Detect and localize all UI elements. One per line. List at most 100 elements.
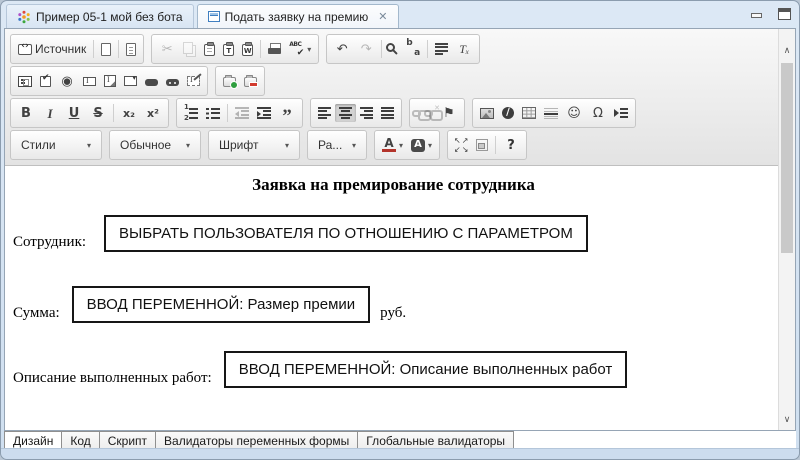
radio-button-button[interactable]: ◉ (55, 70, 79, 92)
toolbar-row: Стили▾Обычное▾Шрифт▾Ра...▾A▾A▾? (10, 129, 774, 161)
align-left-icon (318, 107, 331, 119)
table-icon (522, 107, 536, 119)
scroll-up-icon[interactable]: ∧ (779, 43, 795, 59)
editor-content[interactable]: Заявка на премирование сотрудника Сотруд… (5, 166, 778, 422)
superscript-button[interactable]: x² (141, 102, 165, 124)
image-button-button[interactable] (162, 73, 183, 89)
placeholder-select-user[interactable]: ВЫБРАТЬ ПОЛЬЗОВАТЕЛЯ ПО ОТНОШЕНИЮ С ПАРА… (104, 215, 588, 252)
table-button[interactable] (518, 104, 540, 122)
print-button[interactable] (264, 40, 285, 58)
toolbar-separator (113, 104, 114, 122)
anchor-icon: ⚑ (441, 105, 457, 121)
toolbar-group: ” (176, 98, 303, 128)
spellcheck-icon (289, 42, 304, 56)
about-icon: ? (503, 137, 519, 153)
styles-combo-label: Стили (21, 138, 56, 152)
page-break-button[interactable] (610, 104, 632, 122)
select-all-button[interactable] (431, 40, 452, 59)
vertical-scrollbar[interactable]: ∧ ∨ (778, 29, 795, 430)
smiley-button[interactable]: ☺ (562, 102, 586, 124)
tab-submit-bonus-request[interactable]: Подать заявку на премию ✕ (197, 4, 399, 28)
align-center-button[interactable] (335, 104, 356, 122)
chevron-down-icon: ▾ (186, 141, 190, 150)
spellcheck-button[interactable]: ▾ (285, 39, 315, 59)
subscript-button[interactable]: x₂ (117, 102, 141, 124)
button-field-button[interactable] (141, 73, 162, 89)
document-title: Заявка на премирование сотрудника (13, 175, 774, 195)
maximize-button[interactable] (451, 136, 472, 155)
field-row-amount: Сумма: ВВОД ПЕРЕМЕННОЙ: Размер премии ру… (13, 286, 774, 323)
redo-button[interactable]: ↷ (354, 38, 378, 60)
image-icon (480, 108, 494, 119)
size-combo-button[interactable]: Ра...▾ (311, 133, 363, 157)
new-page-button[interactable] (97, 40, 115, 59)
close-icon[interactable]: ✕ (378, 10, 387, 23)
select-field-button[interactable] (120, 73, 141, 89)
subscript-icon: x₂ (121, 105, 137, 121)
strike-button[interactable]: S (86, 102, 110, 124)
format-combo-button[interactable]: Обычное▾ (113, 133, 197, 157)
paste-text-button[interactable]: T (219, 39, 238, 59)
find-button[interactable] (385, 43, 402, 55)
paste-button[interactable] (200, 39, 219, 59)
toolbar-group: ☺Ω (472, 98, 636, 128)
unlink-button[interactable] (425, 107, 437, 120)
bulleted-list-button[interactable] (202, 104, 224, 123)
copy-button[interactable] (179, 41, 200, 57)
text-field-button[interactable] (79, 74, 100, 89)
window-footer (1, 448, 799, 459)
placeholder-description-variable[interactable]: ВВОД ПЕРЕМЕННОЙ: Описание выполненных ра… (224, 351, 628, 388)
toolbar-group: Шрифт▾ (208, 130, 300, 160)
flash-button[interactable] (498, 104, 518, 122)
about-button[interactable]: ? (499, 134, 523, 156)
text-color-button[interactable]: A▾ (378, 135, 407, 155)
toolbar-group: Источник (10, 34, 144, 64)
remove-format-button[interactable]: Tₓ (452, 38, 476, 60)
styles-combo-button[interactable]: Стили▾ (14, 133, 98, 157)
anchor-button[interactable]: ⚑ (437, 102, 461, 124)
horizontal-rule-button[interactable] (540, 104, 562, 122)
font-combo-button[interactable]: Шрифт▾ (212, 133, 296, 157)
paste-icon (204, 44, 215, 56)
source-button[interactable]: Источник (14, 39, 90, 59)
show-blocks-icon (476, 139, 488, 151)
italic-button[interactable]: I (38, 102, 62, 124)
tab-process-example[interactable]: Пример 05-1 мой без бота (6, 4, 194, 28)
align-right-button[interactable] (356, 104, 377, 122)
snippet-add-button[interactable] (219, 72, 240, 90)
justify-button[interactable] (377, 104, 398, 122)
numbered-list-icon (184, 107, 198, 120)
show-blocks-button[interactable] (472, 136, 492, 154)
textarea-button[interactable] (100, 72, 120, 90)
scrollbar-thumb[interactable] (781, 63, 793, 253)
replace-button[interactable] (402, 39, 424, 59)
link-icon (412, 110, 421, 117)
form-button[interactable] (14, 73, 36, 90)
bg-color-button[interactable]: A▾ (407, 136, 436, 155)
outdent-icon (235, 107, 249, 120)
underline-button[interactable]: U (62, 102, 86, 124)
bulleted-list-icon (206, 107, 220, 120)
image-button[interactable] (476, 105, 498, 122)
paste-word-button[interactable]: W (238, 39, 257, 59)
blockquote-button[interactable]: ” (275, 102, 299, 124)
snippet-remove-button[interactable] (240, 72, 261, 90)
placeholder-amount-variable[interactable]: ВВОД ПЕРЕМЕННОЙ: Размер премии (72, 286, 371, 323)
undo-button[interactable]: ↶ (330, 38, 354, 60)
outdent-button[interactable] (231, 104, 253, 123)
cut-button[interactable]: ✂ (155, 38, 179, 60)
font-combo-label: Шрифт (219, 138, 258, 152)
numbered-list-button[interactable] (180, 104, 202, 123)
toolbar-group (310, 98, 402, 128)
scroll-down-icon[interactable]: ∨ (779, 412, 795, 428)
strike-icon: S (90, 105, 106, 121)
maximize-button[interactable] (778, 8, 791, 20)
minimize-button[interactable] (751, 8, 762, 18)
special-char-button[interactable]: Ω (586, 102, 610, 124)
align-left-button[interactable] (314, 104, 335, 122)
bold-button[interactable]: B (14, 102, 38, 124)
checkbox-button[interactable] (36, 73, 55, 90)
indent-button[interactable] (253, 104, 275, 123)
templates-button[interactable] (122, 40, 140, 59)
hidden-field-button[interactable] (183, 73, 204, 89)
